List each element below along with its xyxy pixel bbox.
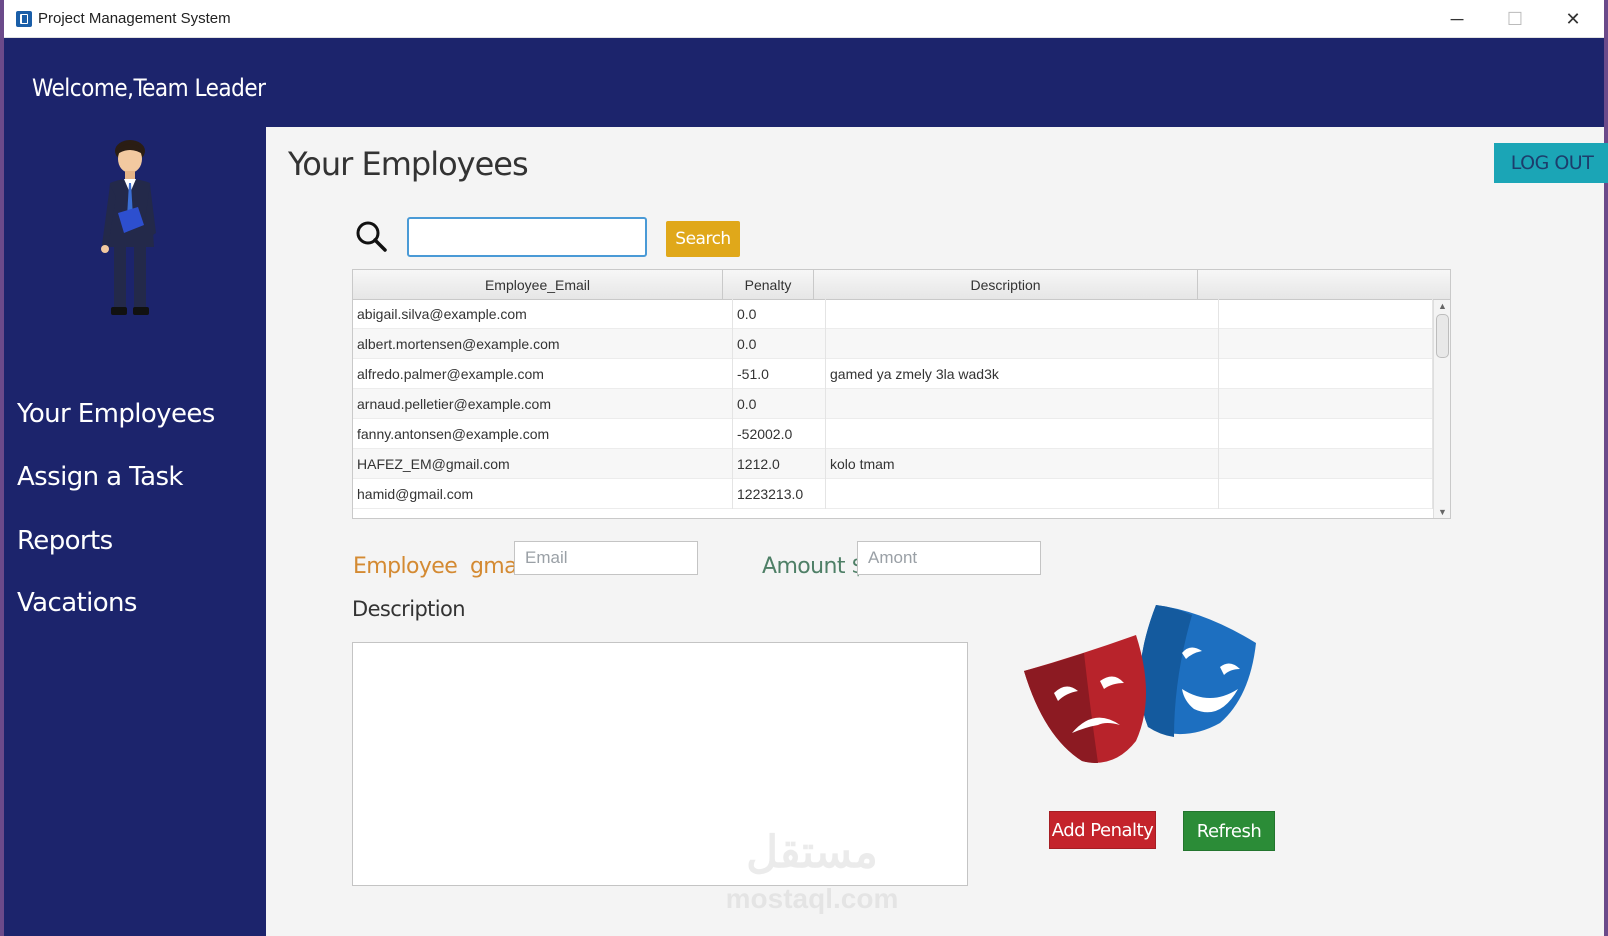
title-bar: Project Management System ─ ☐ ✕ <box>4 0 1604 38</box>
employee-email-label: Employee gmail <box>353 554 529 579</box>
cell-description[interactable] <box>826 299 1219 329</box>
cell-email[interactable]: HAFEZ_EM@gmail.com <box>353 449 733 479</box>
cell-email[interactable]: abigail.silva@example.com <box>353 299 733 329</box>
refresh-button[interactable]: Refresh <box>1183 811 1275 851</box>
amount-label: Amount $ <box>762 554 865 579</box>
cell-description[interactable]: kolo tmam <box>826 449 1219 479</box>
cell-email[interactable]: albert.mortensen@example.com <box>353 329 733 359</box>
mostaql-watermark: مستقل mostaql.com <box>712 827 912 917</box>
cell-email[interactable]: hamid@gmail.com <box>353 479 733 509</box>
cell-penalty[interactable]: 0.0 <box>733 299 826 329</box>
table-row[interactable]: fanny.antonsen@example.com -52002.0 <box>353 419 1433 449</box>
cell-email[interactable]: arnaud.pelletier@example.com <box>353 389 733 419</box>
cell-description[interactable] <box>826 389 1219 419</box>
search-icon <box>356 221 387 252</box>
amount-field[interactable] <box>857 541 1041 575</box>
main-panel: Your Employees LOG OUT Search Employee_E… <box>266 127 1608 936</box>
watermark-arabic: مستقل <box>746 828 878 877</box>
close-button[interactable]: ✕ <box>1544 0 1602 38</box>
page-title: Your Employees <box>288 145 529 183</box>
cell-penalty[interactable]: 1223213.0 <box>733 479 826 509</box>
theater-masks-icon <box>1024 605 1256 763</box>
cell-description[interactable] <box>826 329 1219 359</box>
column-header-empty[interactable] <box>1198 270 1450 300</box>
column-header-description[interactable]: Description <box>814 270 1198 300</box>
logout-button[interactable]: LOG OUT <box>1494 143 1608 183</box>
cell-empty[interactable] <box>1219 389 1433 419</box>
sidebar-item-reports[interactable]: Reports <box>17 526 113 556</box>
cell-empty[interactable] <box>1219 449 1433 479</box>
table-row[interactable]: alfredo.palmer@example.com -51.0 gamed ya … <box>353 359 1433 389</box>
cell-penalty[interactable]: 0.0 <box>733 389 826 419</box>
add-penalty-button[interactable]: Add Penalty <box>1049 811 1156 849</box>
app-window: Project Management System ─ ☐ ✕ Welcome,… <box>4 0 1608 936</box>
search-button[interactable]: Search <box>666 221 740 257</box>
employees-table: Employee_Email Penalty Description abiga… <box>352 269 1451 519</box>
welcome-text: Welcome,Team Leader <box>32 74 266 102</box>
sidebar: Your Employees Assign a Task Reports Vac… <box>4 127 266 936</box>
table-header: Employee_Email Penalty Description <box>353 270 1450 300</box>
cell-email[interactable]: alfredo.palmer@example.com <box>353 359 733 389</box>
scroll-up-arrow-icon[interactable]: ▲ <box>1434 300 1450 312</box>
column-header-penalty[interactable]: Penalty <box>723 270 814 300</box>
header-band: Welcome,Team Leader <box>4 38 1604 127</box>
scroll-down-arrow-icon[interactable]: ▼ <box>1434 506 1450 518</box>
employee-email-field[interactable] <box>514 541 698 575</box>
scrollbar-thumb[interactable] <box>1436 314 1449 358</box>
window-title: Project Management System <box>38 10 231 27</box>
table-row[interactable]: arnaud.pelletier@example.com 0.0 <box>353 389 1433 419</box>
app-icon <box>16 11 32 27</box>
cell-penalty[interactable]: 0.0 <box>733 329 826 359</box>
table-scrollbar[interactable]: ▲ ▼ <box>1433 300 1450 518</box>
team-leader-avatar-icon <box>101 140 156 315</box>
cell-description[interactable]: gamed ya zmely 3la wad3k <box>826 359 1219 389</box>
sidebar-item-vacations[interactable]: Vacations <box>17 588 137 618</box>
table-row[interactable]: hamid@gmail.com 1223213.0 <box>353 479 1433 509</box>
cell-penalty[interactable]: -51.0 <box>733 359 826 389</box>
table-row[interactable]: abigail.silva@example.com 0.0 <box>353 299 1433 329</box>
desktop-edge-right <box>1604 0 1608 936</box>
cell-empty[interactable] <box>1219 419 1433 449</box>
cell-empty[interactable] <box>1219 359 1433 389</box>
table-row[interactable]: albert.mortensen@example.com 0.0 <box>353 329 1433 359</box>
table-body: abigail.silva@example.com 0.0 albert.morte… <box>353 299 1433 518</box>
sidebar-item-your-employees[interactable]: Your Employees <box>17 399 215 429</box>
cell-penalty[interactable]: -52002.0 <box>733 419 826 449</box>
sidebar-item-assign-task[interactable]: Assign a Task <box>17 462 183 492</box>
column-header-email[interactable]: Employee_Email <box>353 270 723 300</box>
maximize-button[interactable]: ☐ <box>1486 0 1544 38</box>
cell-penalty[interactable]: 1212.0 <box>733 449 826 479</box>
minimize-button[interactable]: ─ <box>1428 0 1486 38</box>
watermark-latin: mostaql.com <box>725 883 899 914</box>
cell-description[interactable] <box>826 479 1219 509</box>
cell-empty[interactable] <box>1219 479 1433 509</box>
cell-empty[interactable] <box>1219 299 1433 329</box>
cell-empty[interactable] <box>1219 329 1433 359</box>
description-label: Description <box>352 597 466 621</box>
cell-description[interactable] <box>826 419 1219 449</box>
search-input[interactable] <box>407 217 647 257</box>
cell-email[interactable]: fanny.antonsen@example.com <box>353 419 733 449</box>
table-row[interactable]: HAFEZ_EM@gmail.com 1212.0 kolo tmam <box>353 449 1433 479</box>
